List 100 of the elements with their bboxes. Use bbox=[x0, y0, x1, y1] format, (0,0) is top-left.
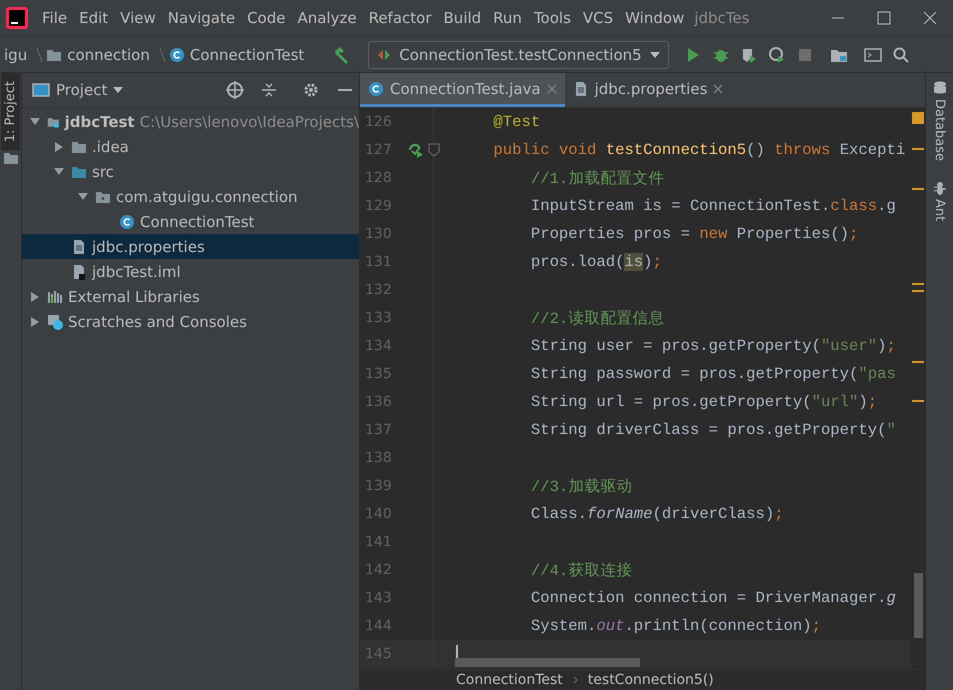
warning-mark[interactable] bbox=[912, 148, 924, 150]
tree-item-label: com.atguigu.connection bbox=[116, 188, 298, 206]
vertical-scrollbar[interactable] bbox=[914, 573, 923, 638]
line-number: 133 bbox=[364, 310, 393, 326]
tree-item-label: External Libraries bbox=[68, 288, 200, 306]
line-number: 137 bbox=[364, 422, 393, 438]
menu-item[interactable]: Tools bbox=[528, 9, 577, 27]
maximize-icon bbox=[877, 11, 891, 25]
line-number: 128 bbox=[364, 170, 393, 186]
code-line: System.out.println(connection); bbox=[530, 617, 822, 635]
menu-item[interactable]: Refactor bbox=[362, 9, 438, 27]
warning-mark[interactable] bbox=[912, 361, 924, 363]
project-window-icon bbox=[32, 82, 50, 98]
fold-icon bbox=[428, 143, 440, 157]
line-number: 130 bbox=[364, 226, 393, 242]
search-icon bbox=[892, 46, 909, 62]
line-number: 135 bbox=[364, 366, 393, 382]
tool-window-tab[interactable]: Database bbox=[930, 77, 949, 166]
line-number: 134 bbox=[364, 338, 393, 354]
line-number: 132 bbox=[364, 282, 393, 298]
locate-icon bbox=[226, 81, 244, 99]
menu-item[interactable]: Analyze bbox=[291, 9, 363, 27]
code-line: //1.加载配置文件 bbox=[530, 168, 666, 188]
code-line: String user = pros.getProperty("user"); bbox=[530, 337, 897, 355]
file-icon bbox=[71, 264, 87, 280]
line-number: 127 bbox=[364, 142, 393, 158]
caret-icon bbox=[650, 50, 660, 60]
code-line: //4.获取连接 bbox=[530, 560, 634, 580]
close-icon bbox=[923, 11, 937, 25]
tree-item[interactable]: com.atguigu.connection bbox=[22, 184, 359, 209]
expanded-arrow-icon bbox=[54, 166, 64, 176]
code-line: String password = pros.getProperty("pas bbox=[530, 365, 897, 383]
close-icon bbox=[713, 84, 724, 94]
project-tool-tab[interactable]: 1: Project bbox=[1, 73, 20, 150]
line-number: 140 bbox=[364, 506, 393, 522]
tree-item[interactable]: src bbox=[22, 159, 359, 184]
code-line: //3.加载驱动 bbox=[530, 476, 634, 496]
code-line: Connection connection = DriverManager.g bbox=[530, 589, 897, 607]
menu-item[interactable]: View bbox=[114, 9, 162, 27]
line-number: 144 bbox=[364, 618, 393, 634]
tree-item-label: jdbcTest.iml bbox=[92, 262, 181, 280]
menu-item[interactable]: Code bbox=[241, 9, 292, 27]
line-number: 136 bbox=[364, 394, 393, 410]
tree-item-label: ConnectionTest bbox=[140, 212, 254, 230]
tree-item[interactable]: ConnectionTest bbox=[22, 209, 359, 234]
menu-item[interactable]: Edit bbox=[73, 9, 114, 27]
menu-item[interactable]: File bbox=[36, 9, 74, 27]
coverage-icon bbox=[740, 46, 757, 62]
menu-item[interactable]: VCS bbox=[576, 9, 620, 27]
tree-item[interactable]: Scratches and Consoles bbox=[22, 309, 359, 334]
menu-item[interactable]: Build bbox=[438, 9, 488, 27]
warning-mark[interactable] bbox=[912, 400, 924, 402]
code-line: pros.load(is); bbox=[530, 253, 663, 271]
menu-item[interactable]: Run bbox=[487, 9, 528, 27]
line-number: 143 bbox=[364, 590, 393, 606]
collapsed-arrow-icon bbox=[54, 142, 64, 152]
code-line: //2.读取配置信息 bbox=[530, 308, 666, 328]
tool-window-tab[interactable]: Ant bbox=[930, 177, 949, 226]
horizontal-scrollbar[interactable] bbox=[455, 658, 640, 667]
breadcrumb[interactable]: ConnectionTest bbox=[456, 672, 563, 688]
line-number: 142 bbox=[364, 562, 393, 578]
run-test-icon bbox=[407, 141, 425, 159]
ant-icon bbox=[932, 181, 946, 196]
menu-item[interactable]: Window bbox=[619, 9, 690, 27]
line-number: 141 bbox=[364, 534, 393, 550]
file-icon bbox=[71, 238, 87, 254]
warning-mark[interactable] bbox=[912, 112, 924, 124]
scratches-icon bbox=[47, 314, 63, 330]
warning-mark[interactable] bbox=[912, 290, 924, 292]
run-configuration-dropdown[interactable]: ConnectionTest.testConnection5 bbox=[368, 40, 669, 68]
tree-item[interactable]: jdbcTest C:\Users\lenovo\IdeaProjects\ bbox=[22, 109, 359, 134]
tree-item[interactable]: jdbcTest.iml bbox=[22, 259, 359, 284]
warning-mark[interactable] bbox=[912, 283, 924, 285]
terminal-icon bbox=[864, 46, 882, 62]
profile-icon bbox=[768, 46, 785, 62]
tree-item[interactable]: jdbc.properties bbox=[22, 234, 359, 259]
menu-item[interactable]: Navigate bbox=[162, 9, 242, 27]
editor-tab[interactable]: ConnectionTest.java bbox=[360, 73, 565, 107]
tree-item-label: src bbox=[92, 162, 114, 180]
settings-icon bbox=[303, 82, 319, 98]
warning-mark[interactable] bbox=[912, 188, 924, 190]
editor-tab[interactable]: jdbc.properties bbox=[564, 73, 732, 107]
breadcrumb[interactable]: igu bbox=[0, 46, 32, 64]
tree-item[interactable]: .idea bbox=[22, 134, 359, 159]
expanded-arrow-icon bbox=[30, 116, 40, 126]
caret-icon bbox=[113, 85, 124, 95]
breadcrumb[interactable]: connection bbox=[42, 46, 154, 64]
tree-item[interactable]: External Libraries bbox=[22, 284, 359, 309]
project-path: C:\Users\lenovo\IdeaProjects\ bbox=[140, 112, 359, 130]
line-number: 126 bbox=[364, 114, 393, 130]
line-number: 129 bbox=[364, 198, 393, 214]
code-line: String driverClass = pros.getProperty(" bbox=[530, 421, 897, 439]
code-line: InputStream is = ConnectionTest.class.g bbox=[530, 197, 897, 215]
collapsed-arrow-icon bbox=[30, 292, 40, 302]
close-icon bbox=[546, 84, 557, 94]
breadcrumb[interactable]: ConnectionTest bbox=[164, 46, 308, 64]
panel-title[interactable]: Project bbox=[56, 81, 108, 99]
code-line: Properties pros = new Properties(); bbox=[530, 225, 860, 243]
line-number: 138 bbox=[364, 450, 393, 466]
breadcrumb[interactable]: testConnection5() bbox=[588, 672, 714, 688]
